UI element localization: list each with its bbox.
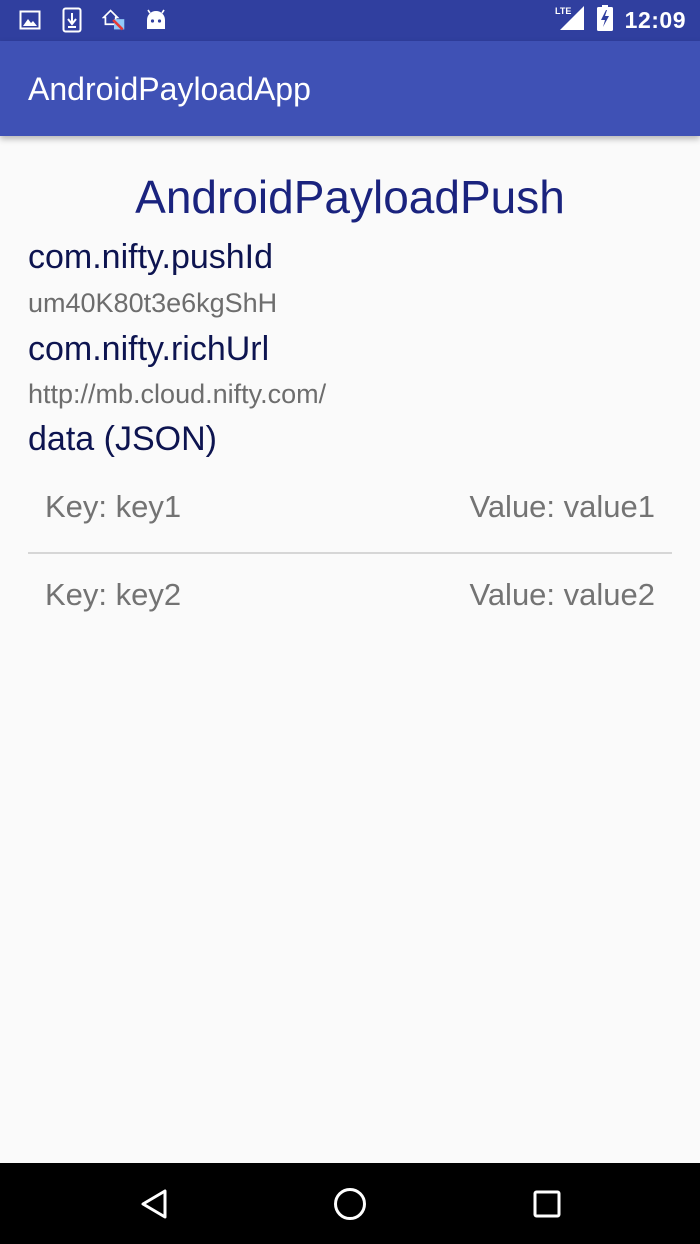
push-id-label: com.nifty.pushId xyxy=(28,238,274,276)
image-icon xyxy=(18,8,42,32)
list-item[interactable]: Key: key1 Value: value1 xyxy=(28,466,672,552)
rich-url-label: com.nifty.richUrl xyxy=(28,330,270,368)
rich-url-value: http://mb.cloud.nifty.com/ xyxy=(28,379,327,409)
network-warning-icon xyxy=(102,8,126,32)
data-json-label: data (JSON) xyxy=(28,420,217,458)
signal-icon: LTE xyxy=(555,5,585,36)
back-icon xyxy=(141,1189,167,1219)
download-icon xyxy=(60,7,84,33)
list-item-key: Key: key1 xyxy=(45,489,182,524)
list-item[interactable]: Key: key2 Value: value2 xyxy=(28,554,672,640)
android-icon xyxy=(144,8,168,32)
list-item-value: Value: value1 xyxy=(469,489,655,524)
recents-button[interactable] xyxy=(526,1183,568,1225)
notification-icons xyxy=(18,6,168,34)
navigation-bar xyxy=(0,1163,700,1244)
list-item-key: Key: key2 xyxy=(45,577,182,612)
app-bar: AndroidPayloadApp xyxy=(0,41,700,136)
push-id-value: um40K80t3e6kgShH xyxy=(28,288,278,318)
data-list: Key: key1 Value: value1 Key: key2 Value:… xyxy=(28,466,672,640)
back-button[interactable] xyxy=(133,1183,175,1225)
home-icon xyxy=(334,1188,366,1220)
status-clock: 12:09 xyxy=(624,6,686,33)
home-button[interactable] xyxy=(329,1183,371,1225)
recents-icon xyxy=(533,1190,561,1218)
list-item-value: Value: value2 xyxy=(469,577,655,612)
page-title: AndroidPayloadPush xyxy=(135,171,565,223)
payload-content: AndroidPayloadPush com.nifty.pushId um40… xyxy=(0,136,700,1163)
system-status: LTE 12:09 xyxy=(555,4,686,36)
battery-charging-icon xyxy=(596,4,613,36)
status-bar: LTE 12:09 xyxy=(0,0,700,41)
app-title: AndroidPayloadApp xyxy=(28,71,311,107)
network-type-label: LTE xyxy=(555,6,571,16)
